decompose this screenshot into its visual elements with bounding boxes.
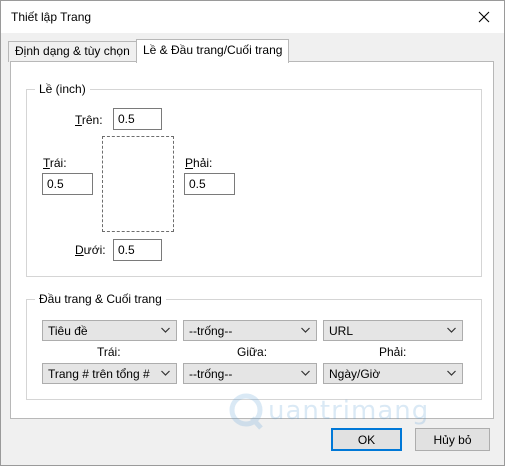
chevron-down-icon (301, 327, 310, 333)
page-preview (102, 136, 174, 232)
close-button[interactable] (464, 1, 504, 33)
watermark-text: uantrimang (268, 396, 430, 426)
title-bar[interactable]: Thiết lập Trang (1, 1, 504, 33)
center-label: Giữa: (237, 345, 268, 359)
right-margin-input[interactable] (184, 173, 235, 195)
margins-group-title: Lề (inch) (35, 82, 90, 96)
ok-button-label: OK (357, 432, 376, 447)
header-right-select[interactable]: URL (323, 320, 463, 341)
margins-group: Lề (inch) Trên: Trái: Phải: Dưới: (26, 82, 482, 277)
chevron-down-icon (447, 370, 456, 376)
footer-right-value: Ngày/Giờ (329, 367, 381, 381)
footer-center-value: --trống-- (189, 367, 233, 381)
tab-format-options[interactable]: Định dạng & tùy chọn (8, 41, 137, 62)
left-label: Trái: (97, 345, 121, 359)
top-margin-input[interactable] (113, 108, 162, 130)
top-margin-label: Trên: (75, 113, 103, 127)
window-title: Thiết lập Trang (11, 10, 92, 24)
header-footer-group: Đầu trang & Cuối trang Tiêu đề --trống--… (26, 292, 482, 400)
footer-left-value: Trang # trên tổng # (48, 367, 150, 381)
footer-center-select[interactable]: --trống-- (183, 363, 317, 384)
header-center-select[interactable]: --trống-- (183, 320, 317, 341)
tab-margins-header-footer[interactable]: Lề & Đầu trang/Cuối trang (136, 39, 290, 63)
left-margin-input[interactable] (42, 173, 93, 195)
chevron-down-icon (447, 327, 456, 333)
right-label: Phải: (379, 345, 407, 359)
header-left-value: Tiêu đề (48, 324, 88, 338)
chevron-down-icon (161, 327, 170, 333)
cancel-button-label: Hủy bỏ (433, 432, 472, 447)
right-margin-label: Phải: (185, 156, 213, 170)
bottom-margin-label: Dưới: (75, 243, 106, 257)
footer-left-select[interactable]: Trang # trên tổng # (42, 363, 177, 384)
tab-panel: Lề (inch) Trên: Trái: Phải: Dưới: Đầu tr… (10, 61, 494, 419)
header-center-value: --trống-- (189, 324, 233, 338)
bottom-margin-input[interactable] (113, 239, 162, 261)
watermark-logo: uantrimang (228, 390, 458, 434)
chevron-down-icon (301, 370, 310, 376)
watermark-q-icon (229, 393, 263, 430)
footer-right-select[interactable]: Ngày/Giờ (323, 363, 463, 384)
header-right-value: URL (329, 324, 354, 338)
close-icon (478, 11, 490, 23)
header-footer-group-title: Đầu trang & Cuối trang (35, 292, 166, 306)
left-margin-label: Trái: (43, 156, 67, 170)
page-setup-dialog: Thiết lập Trang Định dạng & tùy chọn Lề … (0, 0, 505, 466)
chevron-down-icon (161, 370, 170, 376)
header-left-select[interactable]: Tiêu đề (42, 320, 177, 341)
